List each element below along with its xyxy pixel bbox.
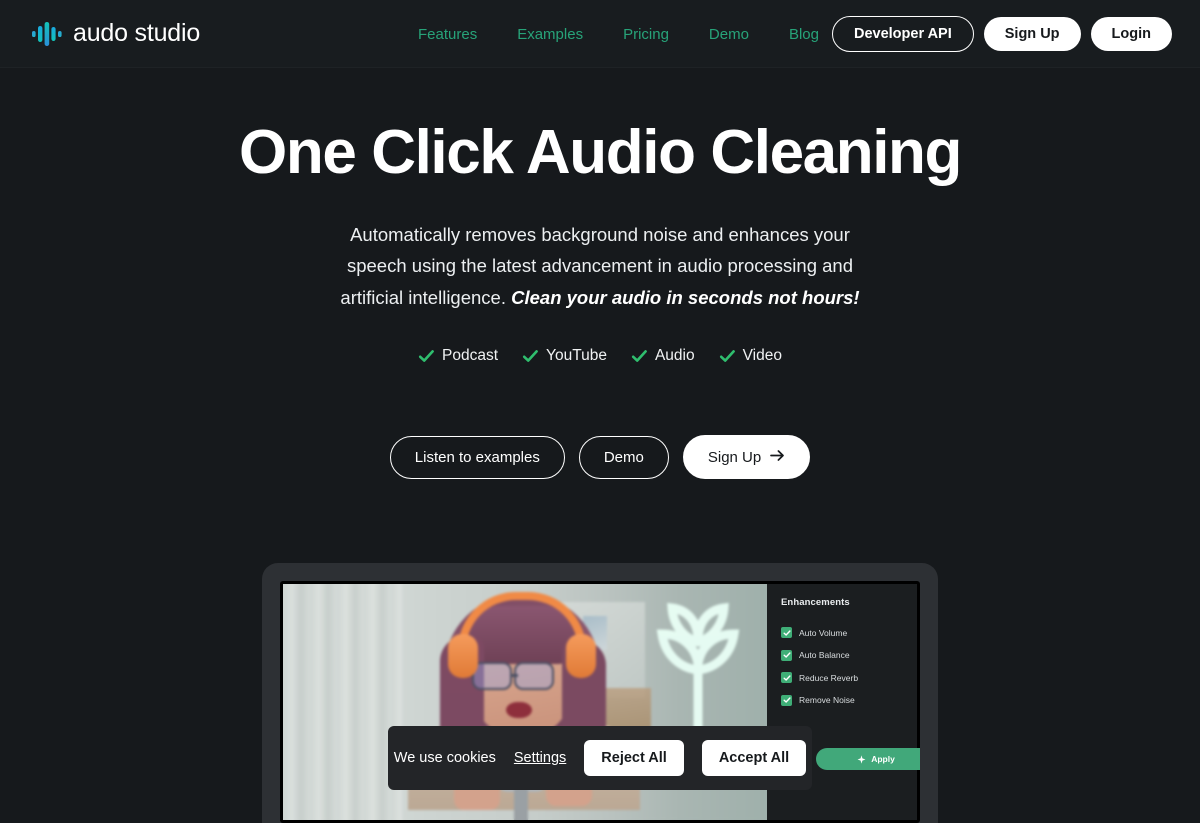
nav-link-pricing[interactable]: Pricing bbox=[623, 26, 669, 43]
nav-link-blog[interactable]: Blog bbox=[789, 26, 819, 43]
accept-all-button[interactable]: Accept All bbox=[701, 739, 807, 777]
check-icon bbox=[522, 348, 539, 365]
brand-logo[interactable]: audo studio bbox=[32, 19, 200, 48]
listen-to-examples-button[interactable]: Listen to examples bbox=[389, 435, 565, 479]
cookie-consent-banner: We use cookies Settings Reject All Accep… bbox=[388, 726, 812, 790]
developer-api-button[interactable]: Developer API bbox=[831, 15, 974, 53]
checkbox-checked-icon[interactable] bbox=[781, 627, 792, 638]
feature-label: Video bbox=[742, 347, 782, 365]
header-sign-up-button[interactable]: Sign Up bbox=[983, 16, 1081, 52]
feature-label: YouTube bbox=[546, 347, 607, 365]
main-navigation: Features Examples Pricing Demo Blog bbox=[418, 0, 819, 68]
enhancements-option-list: Auto Volume Auto Balance Reduce Reverb R… bbox=[781, 627, 917, 706]
enhancement-option-auto-volume[interactable]: Auto Volume bbox=[781, 627, 917, 638]
enhancement-option-label: Remove Noise bbox=[799, 695, 855, 705]
cookie-settings-link[interactable]: Settings bbox=[514, 750, 566, 766]
feature-badge-podcast: Podcast bbox=[418, 347, 498, 365]
checkbox-checked-icon[interactable] bbox=[781, 649, 792, 661]
hero-sign-up-label: Sign Up bbox=[707, 448, 762, 466]
audio-waveform-icon bbox=[32, 21, 62, 47]
feature-badge-youtube: YouTube bbox=[522, 347, 607, 365]
photo-curtain bbox=[283, 584, 403, 820]
demo-button[interactable]: Demo bbox=[578, 435, 669, 479]
feature-label: Podcast bbox=[442, 347, 499, 365]
nav-link-examples[interactable]: Examples bbox=[517, 26, 583, 43]
feature-badge-video: Video bbox=[719, 347, 782, 365]
enhancements-title: Enhancements bbox=[781, 597, 850, 608]
nav-link-features[interactable]: Features bbox=[418, 26, 477, 43]
header-login-button[interactable]: Login bbox=[1090, 16, 1172, 52]
checkbox-checked-icon[interactable] bbox=[781, 672, 792, 683]
check-icon bbox=[418, 348, 435, 365]
checkbox-checked-icon[interactable] bbox=[781, 694, 792, 706]
hero-sign-up-button[interactable]: Sign Up bbox=[682, 435, 811, 480]
sparkle-icon bbox=[857, 752, 866, 767]
arrow-right-icon bbox=[770, 449, 785, 465]
enhancement-option-label: Reduce Reverb bbox=[799, 672, 859, 683]
reject-all-button[interactable]: Reject All bbox=[584, 739, 684, 777]
hero-subtitle: Automatically removes background noise a… bbox=[340, 219, 860, 314]
enhancement-option-remove-noise[interactable]: Remove Noise bbox=[781, 694, 917, 706]
header-actions: Developer API Sign Up Login bbox=[831, 0, 1172, 68]
cta-button-row: Listen to examples Demo Sign Up bbox=[0, 435, 1200, 480]
brand-name: audo studio bbox=[73, 19, 201, 47]
apply-label: Apply bbox=[871, 754, 895, 764]
feature-badge-list: Podcast YouTube Audio Video bbox=[0, 347, 1200, 365]
demo-label: Demo bbox=[603, 448, 644, 466]
enhancement-option-label: Auto Volume bbox=[799, 627, 848, 638]
apply-button[interactable]: Apply bbox=[816, 748, 920, 770]
site-header: audo studio Features Examples Pricing De… bbox=[0, 0, 1200, 68]
cookie-message: We use cookies bbox=[393, 750, 496, 766]
hero-section: One Click Audio Cleaning Automatically r… bbox=[0, 68, 1200, 480]
hero-subtitle-accent: Clean your audio in seconds not hours! bbox=[511, 286, 860, 308]
page-title: One Click Audio Cleaning bbox=[239, 118, 962, 187]
check-icon bbox=[719, 348, 736, 365]
nav-link-demo[interactable]: Demo bbox=[709, 26, 749, 43]
enhancement-option-auto-balance[interactable]: Auto Balance bbox=[781, 649, 917, 661]
enhancement-option-label: Auto Balance bbox=[799, 650, 850, 660]
feature-label: Audio bbox=[654, 347, 695, 365]
feature-badge-audio: Audio bbox=[631, 347, 695, 365]
listen-to-examples-label: Listen to examples bbox=[414, 448, 540, 466]
check-icon bbox=[631, 348, 648, 365]
enhancement-option-reduce-reverb[interactable]: Reduce Reverb bbox=[781, 672, 917, 683]
